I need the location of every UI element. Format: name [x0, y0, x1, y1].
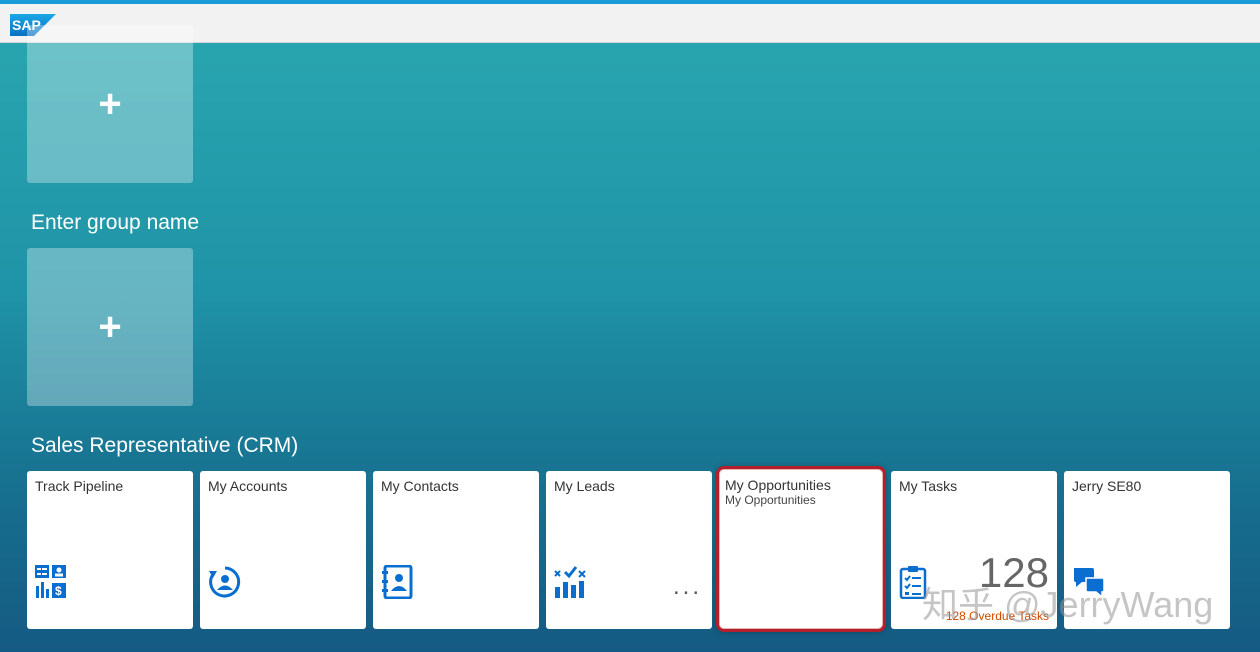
tile-title: My Opportunities [725, 477, 831, 493]
svg-text:$: $ [55, 584, 62, 598]
tile-my-accounts[interactable]: My Accounts [200, 471, 366, 629]
tile-title: Jerry SE80 [1072, 478, 1142, 494]
add-tile-group[interactable]: + [27, 248, 193, 406]
tile-title: My Contacts [381, 478, 459, 494]
more-options-icon[interactable]: ... [673, 573, 702, 601]
tile-my-opportunities[interactable]: My Opportunities My Opportunities [719, 469, 883, 629]
pipeline-icon: $ [35, 565, 66, 598]
address-book-icon [382, 565, 413, 599]
task-list-icon [899, 566, 927, 599]
task-count: 128 [978, 549, 1049, 596]
group-title-new[interactable]: Enter group name [31, 211, 199, 235]
tile-track-pipeline[interactable]: Track Pipeline $ [27, 471, 193, 629]
chat-icon [1074, 568, 1105, 599]
tile-title: Track Pipeline [35, 478, 124, 494]
account-refresh-icon [209, 566, 241, 598]
add-tile-top[interactable]: + [27, 25, 193, 183]
tile-my-tasks[interactable]: My Tasks 128 128 Overdue Tasks [891, 471, 1057, 629]
tile-jerry-se80[interactable]: Jerry SE80 [1064, 471, 1230, 629]
plus-icon: + [98, 305, 122, 349]
tile-my-leads[interactable]: My Leads ... [546, 471, 712, 629]
group-title-sales-rep: Sales Representative (CRM) [31, 434, 299, 457]
tile-title: My Leads [554, 478, 615, 494]
tile-my-contacts[interactable]: My Contacts [373, 471, 539, 629]
tile-title: My Accounts [208, 478, 288, 494]
tile-title: My Tasks [899, 478, 958, 494]
overdue-tasks-label: 128 Overdue Tasks [945, 609, 1049, 623]
tile-subtitle: My Opportunities [725, 493, 816, 507]
leads-chart-icon [554, 566, 586, 598]
plus-icon: + [98, 82, 122, 126]
